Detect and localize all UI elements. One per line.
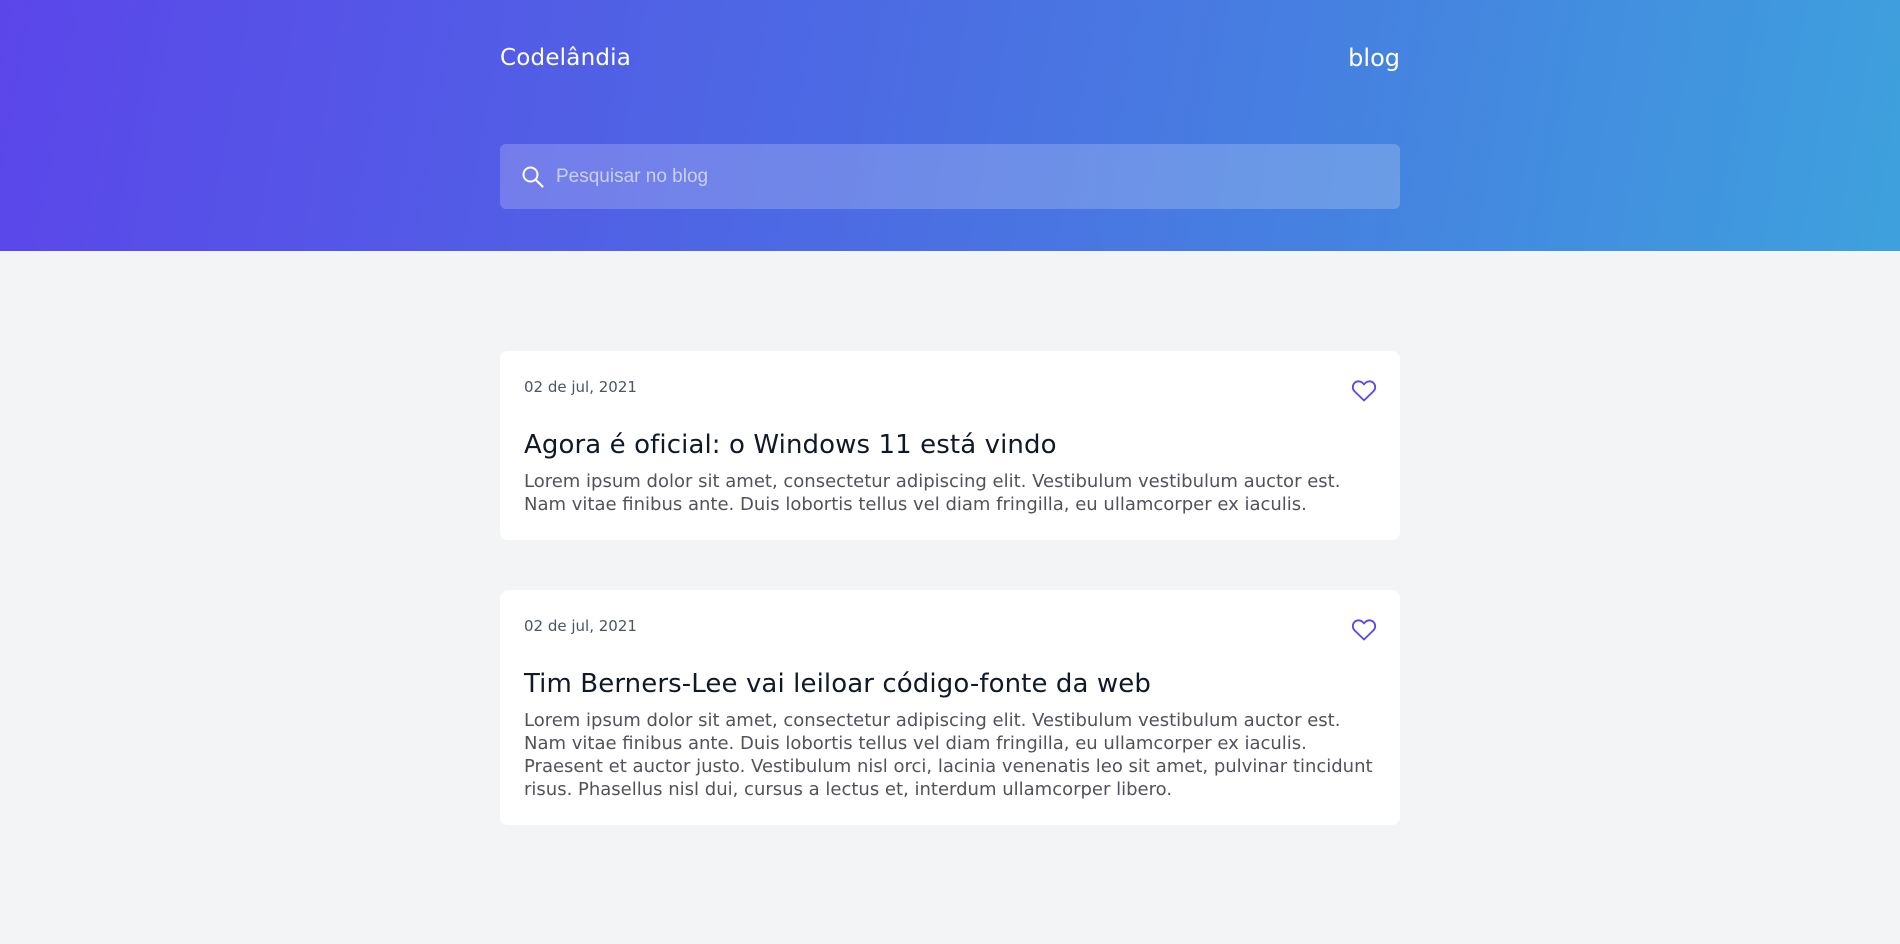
search-icon: [520, 164, 546, 190]
top-bar: Codelândia blog: [500, 0, 1400, 115]
search-bar[interactable]: [500, 144, 1400, 209]
post-date: 02 de jul, 2021: [524, 378, 637, 396]
post-header: 02 de jul, 2021: [524, 616, 1378, 644]
nav-link-blog[interactable]: blog: [1348, 43, 1400, 73]
post-title[interactable]: Agora é oficial: o Windows 11 está vindo: [524, 428, 1376, 462]
posts-list: 02 de jul, 2021 Agora é oficial: o Windo…: [500, 251, 1400, 825]
search-input[interactable]: [556, 144, 1400, 209]
post-excerpt: Lorem ipsum dolor sit amet, consectetur …: [524, 471, 1341, 515]
post-card[interactable]: 02 de jul, 2021 Agora é oficial: o Windo…: [500, 351, 1400, 540]
heart-icon[interactable]: [1350, 377, 1378, 405]
page-header: Codelândia blog: [0, 0, 1900, 251]
brand-logo-text[interactable]: Codelândia: [500, 43, 631, 73]
post-header: 02 de jul, 2021: [524, 377, 1378, 405]
post-excerpt: Lorem ipsum dolor sit amet, consectetur …: [524, 710, 1373, 800]
post-title[interactable]: Tim Berners-Lee vai leiloar código-fonte…: [524, 667, 1376, 701]
post-card[interactable]: 02 de jul, 2021 Tim Berners-Lee vai leil…: [500, 590, 1400, 825]
header-container: Codelândia blog: [500, 0, 1400, 209]
heart-icon[interactable]: [1350, 616, 1378, 644]
post-date: 02 de jul, 2021: [524, 617, 637, 635]
